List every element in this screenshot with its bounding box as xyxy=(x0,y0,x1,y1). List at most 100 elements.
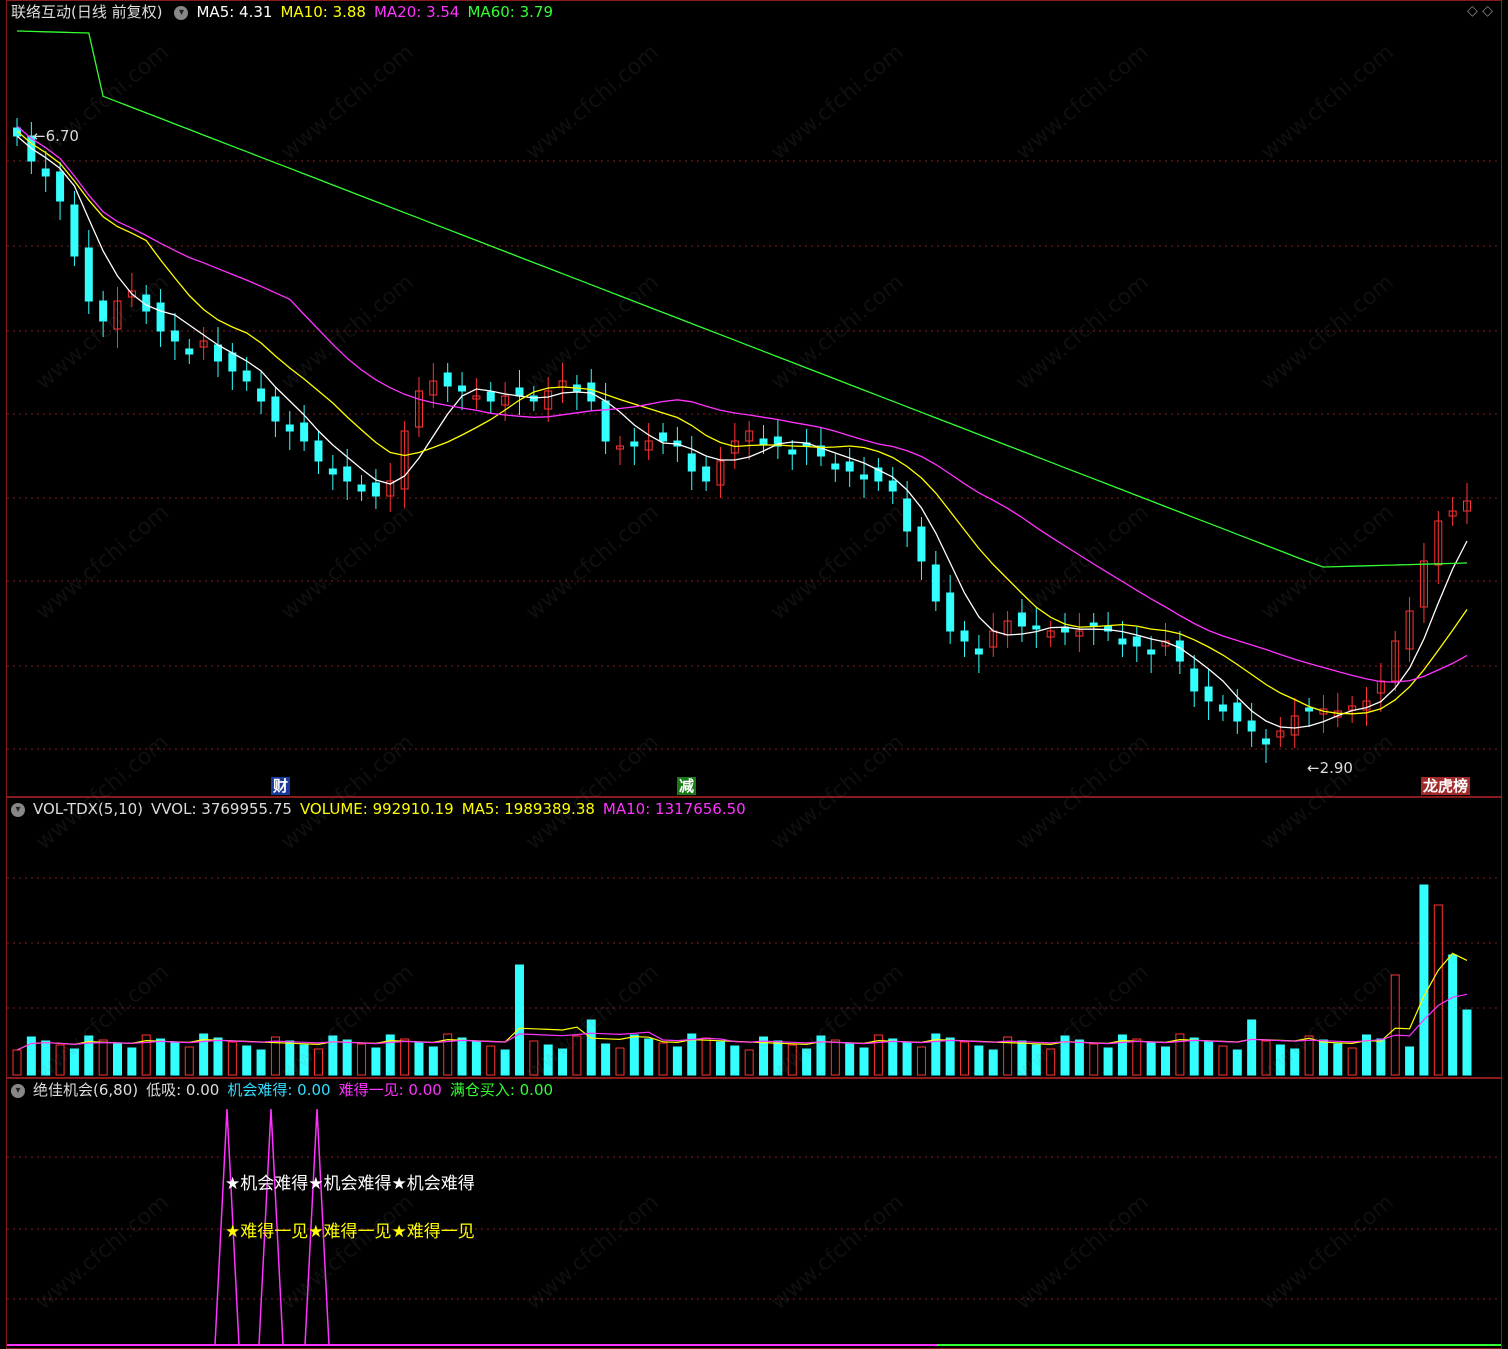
candle-body xyxy=(185,348,194,355)
volume-bar xyxy=(1204,1041,1214,1076)
candle-body xyxy=(687,453,696,472)
volume-bar xyxy=(888,1038,898,1076)
candle-body xyxy=(486,391,495,402)
volume-bar xyxy=(945,1037,955,1076)
candle-body xyxy=(788,449,797,455)
volume-bar xyxy=(500,1049,510,1076)
volume-bar xyxy=(69,1048,79,1076)
volume-bar xyxy=(1419,884,1429,1076)
volume-bar xyxy=(1290,1048,1300,1076)
vol-label-2: MA5: 1989389.38 xyxy=(461,800,595,818)
candle-body xyxy=(659,432,668,442)
indicator-header: ▾ 绝佳机会(6,80) 低吸: 0.00 机会难得: 0.00 难得一见: 0.00 满… xyxy=(7,1079,569,1101)
financial-report-marker[interactable]: 财 xyxy=(271,777,291,795)
volume-bar xyxy=(744,1049,754,1076)
volume-bar xyxy=(1132,1038,1142,1076)
volume-bar xyxy=(773,1040,783,1076)
candle-body xyxy=(515,387,524,397)
ma10-line xyxy=(16,130,1468,715)
candle-body xyxy=(99,300,108,322)
volume-bar xyxy=(1103,1047,1113,1076)
volume-bar xyxy=(787,1044,797,1076)
volume-bar xyxy=(471,1041,481,1076)
volume-bar xyxy=(486,1045,496,1076)
candle-body xyxy=(974,648,983,655)
volume-bar xyxy=(1462,1009,1472,1076)
volume-pane[interactable]: ▾ VOL-TDX(5,10) VVOL: 3769955.75 VOLUME: 99… xyxy=(6,797,1502,1078)
ind-label-0: 低吸: 0.00 xyxy=(146,1081,220,1099)
price-chart-pane[interactable]: 联络互动(日线 前复权) ▾ MA5: 4.31 MA10: 3.88 MA20: 3.… xyxy=(6,0,1502,797)
candle-body xyxy=(860,474,869,480)
volume-bar xyxy=(658,1042,668,1076)
volume-bar xyxy=(1218,1045,1228,1076)
ma20-line xyxy=(16,125,1468,683)
signal-rare-text: ★难得一见★难得一见★难得一见 xyxy=(225,1222,475,1242)
candle-body xyxy=(1017,612,1026,627)
volume-header: ▾ VOL-TDX(5,10) VVOL: 3769955.75 VOLUME: 99… xyxy=(7,798,762,820)
ind-label-3: 满仓买入: 0.00 xyxy=(449,1081,554,1099)
volume-bar xyxy=(1189,1037,1199,1076)
dragon-tiger-list-marker[interactable]: 龙虎榜 xyxy=(1421,777,1471,795)
candle-body xyxy=(1132,636,1141,647)
volume-bar xyxy=(342,1039,352,1076)
candle-body xyxy=(630,441,639,447)
ma5-line xyxy=(16,135,1468,729)
candle-body xyxy=(228,352,237,372)
indicator-settings-icon[interactable]: ▾ xyxy=(11,1083,25,1098)
volume-bar xyxy=(1031,1044,1041,1076)
candle-body xyxy=(1032,625,1041,630)
candle-body xyxy=(1262,738,1271,745)
candlestick-chart[interactable] xyxy=(7,1,1501,796)
volume-bar xyxy=(1232,1049,1242,1076)
candle-body xyxy=(931,564,940,602)
volume-bar xyxy=(256,1049,266,1076)
candle-body xyxy=(903,498,912,532)
volume-bar xyxy=(1318,1039,1328,1076)
indicator-pane[interactable]: ▾ 绝佳机会(6,80) 低吸: 0.00 机会难得: 0.00 难得一见: 0.00 满… xyxy=(6,1078,1502,1349)
candle-body xyxy=(1247,720,1256,732)
volume-bar xyxy=(428,1046,438,1076)
volume-bar xyxy=(960,1041,970,1076)
candle-body xyxy=(917,526,926,562)
candle-body xyxy=(328,468,337,475)
settings-toggle-icon[interactable]: ▾ xyxy=(174,5,189,20)
volume-bar xyxy=(1433,904,1443,1076)
ind-label-1: 机会难得: 0.00 xyxy=(227,1081,331,1099)
volume-bar xyxy=(859,1047,869,1076)
volume-bar xyxy=(457,1037,467,1076)
indicator-chart[interactable] xyxy=(7,1079,1501,1348)
volume-chart[interactable] xyxy=(7,798,1501,1077)
volume-bar xyxy=(1261,1040,1271,1076)
volume-bar xyxy=(112,1043,122,1076)
price-chart-header: 联络互动(日线 前复权) ▾ MA5: 4.31 MA10: 3.88 MA20: 3.… xyxy=(7,1,569,23)
volume-bar xyxy=(701,1037,711,1076)
ma60-line xyxy=(16,30,1468,568)
candle-body xyxy=(960,630,969,642)
holdings-reduction-marker[interactable]: 减 xyxy=(677,777,697,795)
volume-bar xyxy=(26,1036,36,1076)
volume-bar xyxy=(357,1043,367,1076)
candle-body xyxy=(888,480,897,492)
candle-body xyxy=(1233,702,1242,722)
candle-body xyxy=(1305,707,1314,712)
volume-settings-icon[interactable]: ▾ xyxy=(11,802,25,817)
candle-body xyxy=(285,424,294,432)
vol-label-0: VVOL: 3769955.75 xyxy=(151,800,292,818)
volume-bar xyxy=(1161,1046,1171,1076)
indicator-title: 绝佳机会(6,80) xyxy=(33,1081,139,1099)
volume-bar xyxy=(672,1046,682,1076)
volume-bar xyxy=(543,1044,553,1076)
candle-body xyxy=(1218,704,1227,712)
volume-bar xyxy=(184,1046,194,1076)
volume-bar xyxy=(1074,1039,1084,1076)
volume-bar xyxy=(213,1037,223,1076)
volume-bar xyxy=(629,1034,639,1076)
volume-bar xyxy=(715,1041,725,1076)
candle-body xyxy=(587,382,596,402)
volume-bar xyxy=(1146,1042,1156,1076)
stock-title: 联络互动(日线 前复权) xyxy=(11,3,163,21)
volume-bar xyxy=(242,1045,252,1076)
volume-bar xyxy=(601,1043,611,1076)
volume-bar xyxy=(227,1041,237,1076)
volume-bar xyxy=(802,1048,812,1076)
